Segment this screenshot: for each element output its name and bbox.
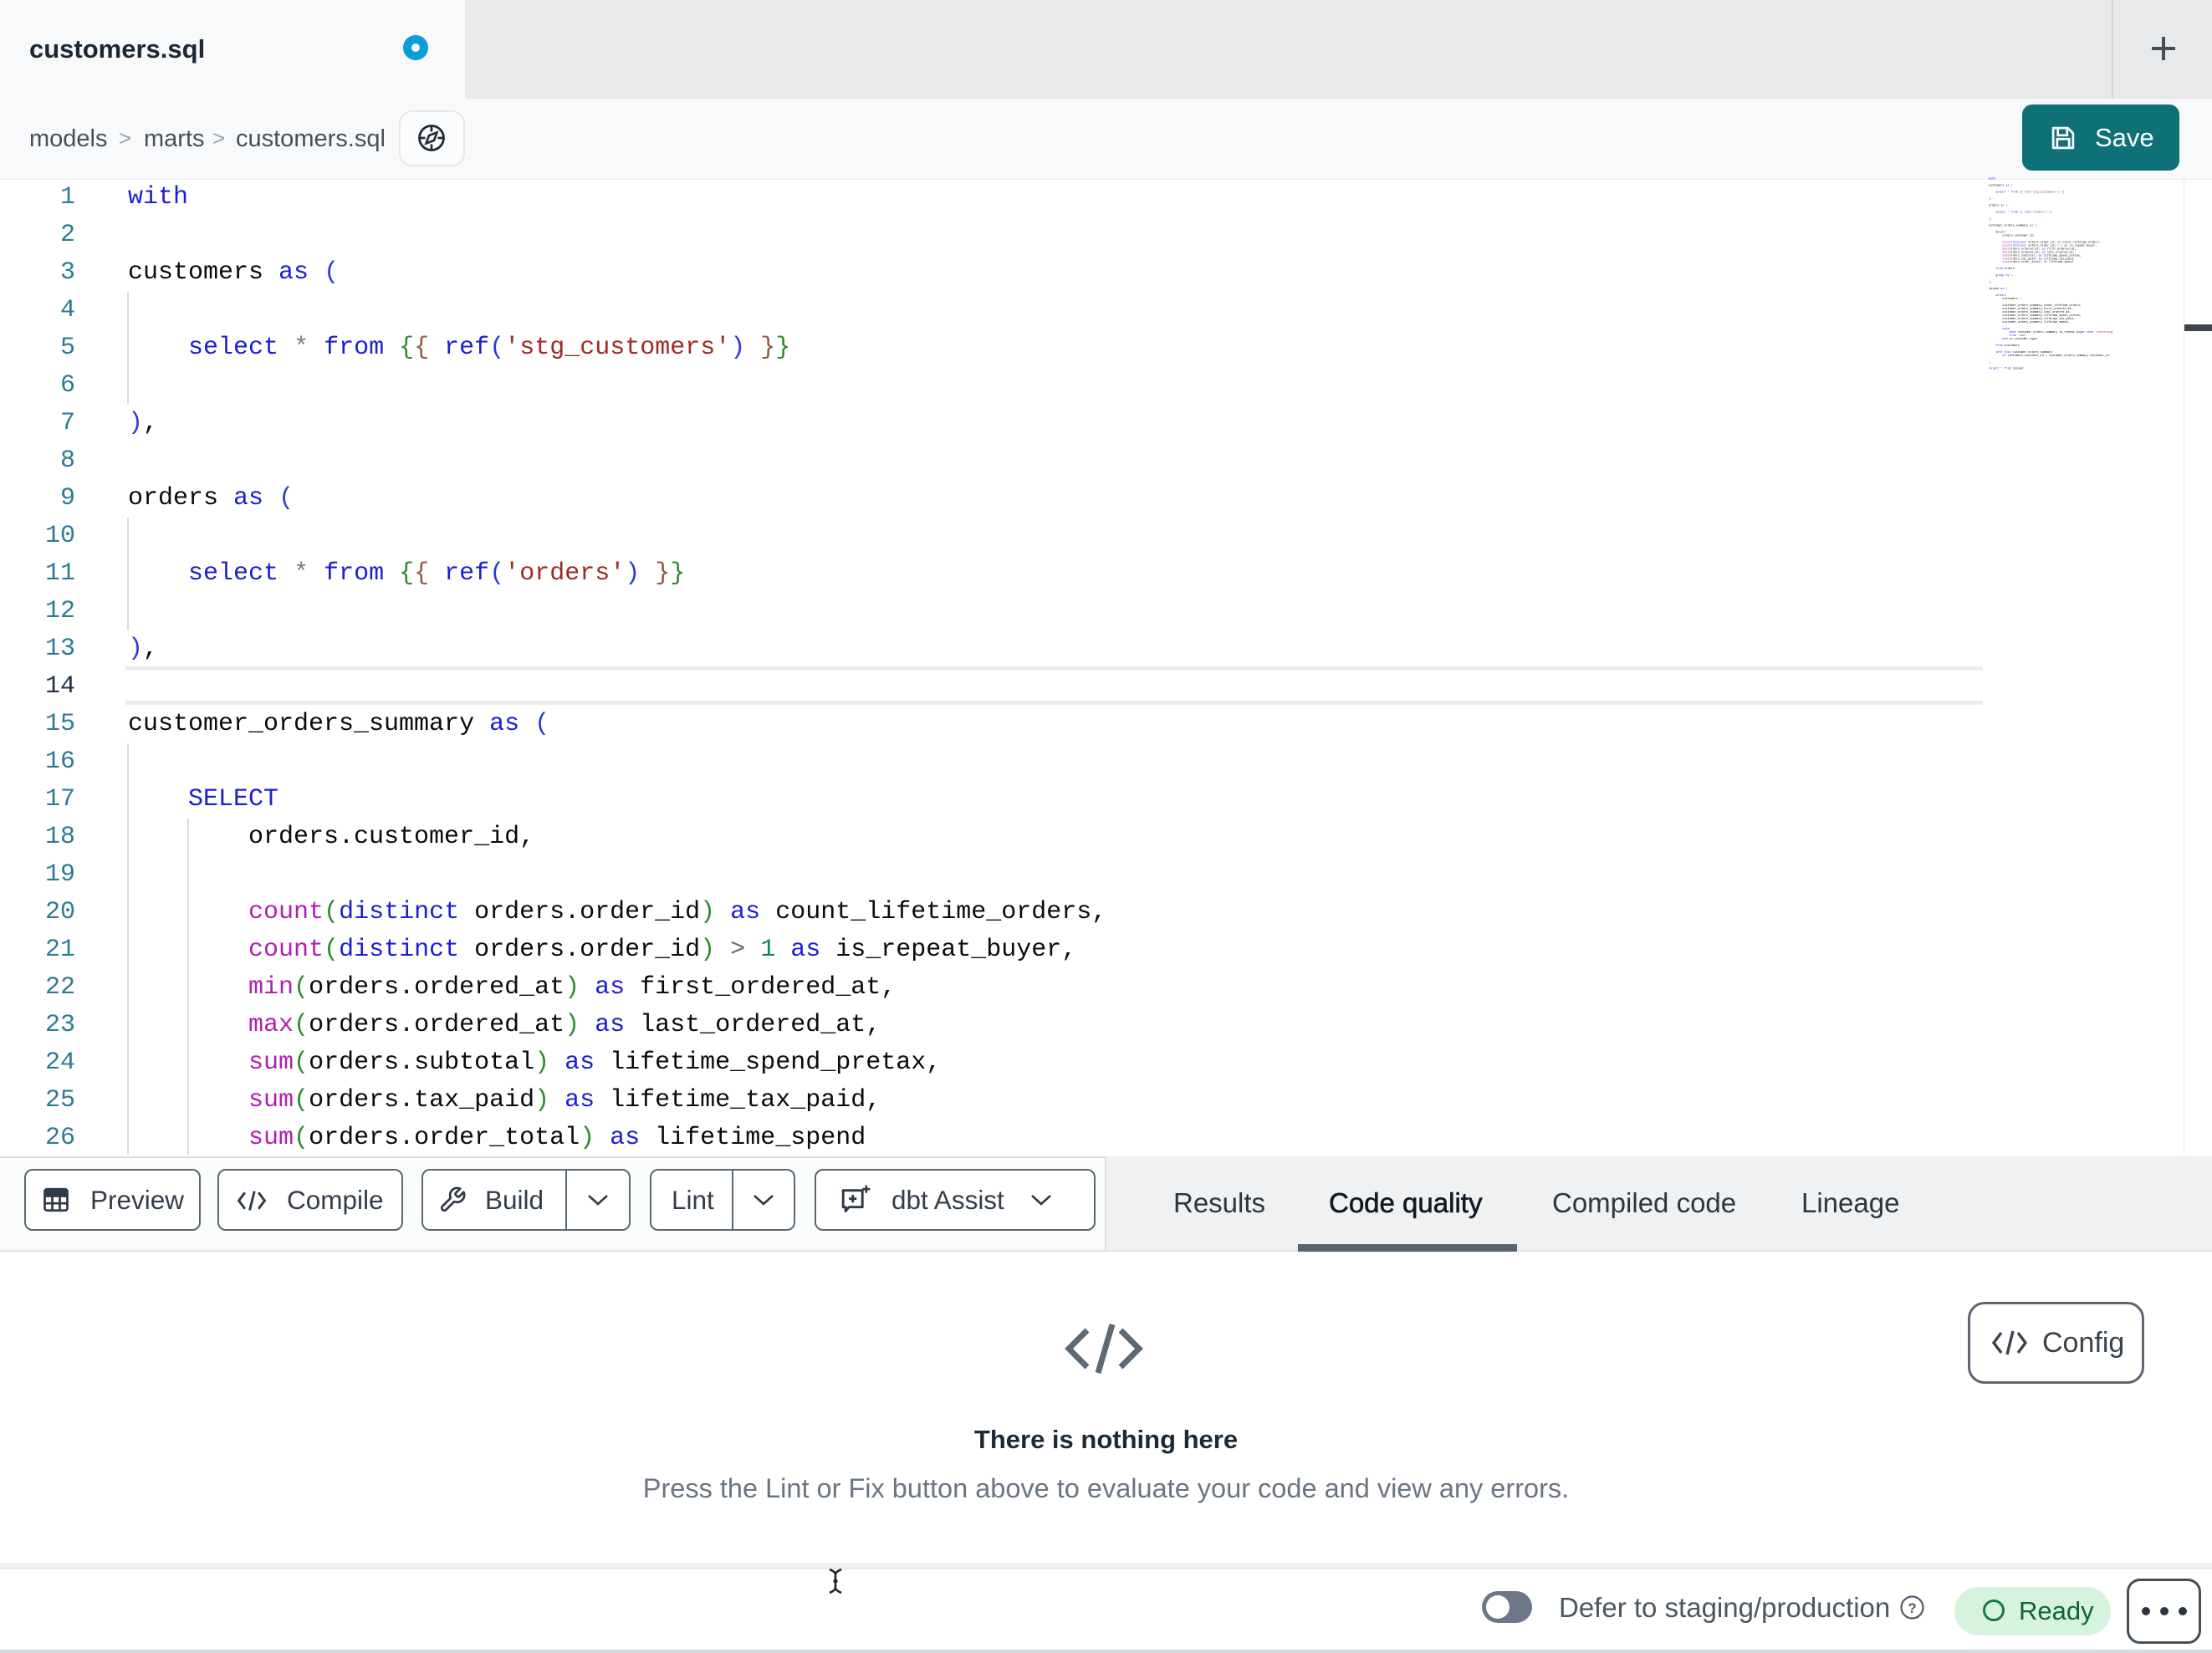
svg-text:?: ? bbox=[1908, 1600, 1916, 1616]
